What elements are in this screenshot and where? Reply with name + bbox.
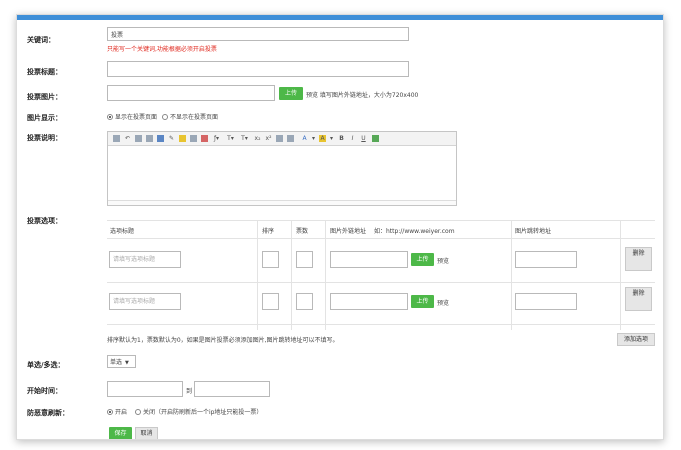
- underline-icon[interactable]: U: [360, 135, 367, 142]
- title-input[interactable]: [107, 61, 409, 77]
- paste-icon[interactable]: [146, 135, 153, 142]
- option-jump-input[interactable]: [515, 293, 577, 310]
- option-preview-link[interactable]: 预览: [437, 298, 449, 307]
- header-count: 票数: [296, 228, 309, 235]
- anti-refresh-on-radio[interactable]: [107, 409, 113, 415]
- editor-toolbar: ↶ ✎ ƒ▾ T▾ T▾ x₂ x² A ▾ A ▾ B I U: [108, 132, 456, 146]
- option-image-link-input[interactable]: [330, 251, 408, 268]
- insert-link-icon[interactable]: [372, 135, 379, 142]
- display-options: 显示在投票页面 不显示在投票页面: [107, 112, 218, 121]
- table-row-line: [107, 282, 655, 283]
- option-sort-input[interactable]: [262, 251, 279, 268]
- display-label: 图片显示：: [27, 114, 62, 122]
- anti-refresh-off-text: 关闭（开启防刷新后一个ip地址只能投一票）: [142, 409, 263, 416]
- options-label: 投票选项：: [27, 217, 62, 225]
- image-upload-button[interactable]: 上传: [279, 87, 303, 100]
- font-size-small-icon[interactable]: T▾: [241, 135, 248, 142]
- font-family-icon[interactable]: ƒ▾: [213, 135, 220, 142]
- add-option-button[interactable]: 添加选项: [617, 333, 655, 346]
- title-label: 投票标题：: [27, 68, 62, 76]
- start-time-input[interactable]: [107, 381, 183, 397]
- align-left-icon[interactable]: [276, 135, 283, 142]
- font-color-icon[interactable]: A: [301, 135, 308, 142]
- display-show-radio[interactable]: [107, 114, 113, 120]
- description-label: 投票说明：: [27, 134, 62, 142]
- table-col-line: [257, 220, 258, 330]
- option-sort-input[interactable]: [262, 293, 279, 310]
- source-icon[interactable]: [113, 135, 120, 142]
- font-size-icon[interactable]: T▾: [227, 135, 234, 142]
- option-title-input[interactable]: 请填写选项标题: [109, 293, 181, 310]
- chevron-down-icon: ▼: [125, 360, 129, 366]
- format-brush-icon[interactable]: ✎: [168, 135, 175, 142]
- header-sort: 排序: [262, 228, 275, 235]
- select-type-value: 单选: [110, 359, 123, 366]
- header-image-link-text: 图片外链地址: [330, 228, 367, 235]
- option-count-input[interactable]: [296, 251, 313, 268]
- keyword-input[interactable]: 投票: [107, 27, 409, 41]
- table-col-line: [325, 220, 326, 330]
- cancel-button[interactable]: 取消: [135, 427, 158, 439]
- rich-text-editor[interactable]: ↶ ✎ ƒ▾ T▾ T▾ x₂ x² A ▾ A ▾ B I U: [107, 131, 457, 206]
- table-col-line: [511, 220, 512, 330]
- time-label: 开始时间：: [27, 387, 62, 395]
- header-image-link: 图片外链地址 如：http://www.weiyer.com: [330, 226, 455, 235]
- anti-refresh-off-radio[interactable]: [134, 409, 141, 415]
- table-col-line: [620, 220, 621, 330]
- image-url-input[interactable]: [107, 85, 275, 101]
- form-window: 关键词： 投票 只能写一个关键词,功能根据必须开启投票 投票标题： 投票图片： …: [16, 14, 664, 440]
- option-count-input[interactable]: [296, 293, 313, 310]
- option-title-input[interactable]: 请填写选项标题: [109, 251, 181, 268]
- select-type-label: 单选/多选：: [27, 361, 65, 369]
- save-button[interactable]: 保存: [109, 427, 132, 439]
- table-bottom-line: [107, 324, 655, 325]
- time-separator: 到: [186, 388, 193, 395]
- anti-refresh-label: 防恶意刷新：: [27, 409, 69, 417]
- subscript-icon[interactable]: x₂: [254, 135, 261, 142]
- select-type-dropdown[interactable]: 单选 ▼: [107, 355, 136, 368]
- align-center-icon[interactable]: [287, 135, 294, 142]
- header-image-link-example: 如：http://www.weiyer.com: [373, 228, 455, 235]
- table-col-line: [291, 220, 292, 330]
- copy-icon[interactable]: [135, 135, 142, 142]
- keyword-label: 关键词：: [27, 36, 55, 44]
- header-image-jump: 图片跳转地址: [515, 228, 552, 235]
- header-option-title: 选项标题: [110, 228, 135, 235]
- font-color-arrow-icon[interactable]: ▾: [310, 135, 317, 142]
- find-icon[interactable]: [157, 135, 164, 142]
- image-label: 投票图片：: [27, 93, 62, 101]
- italic-icon[interactable]: I: [349, 135, 356, 142]
- anti-refresh-on-text: 开启: [115, 409, 128, 416]
- option-jump-input[interactable]: [515, 251, 577, 268]
- superscript-icon[interactable]: x²: [265, 135, 272, 142]
- display-show-text: 显示在投票页面: [115, 114, 158, 121]
- bold-icon[interactable]: B: [338, 135, 345, 142]
- highlight-icon[interactable]: [179, 135, 186, 142]
- editor-resize-bar[interactable]: [108, 200, 456, 205]
- anti-refresh-options: 开启 关闭（开启防刷新后一个ip地址只能投一票）: [107, 407, 262, 416]
- table-header-line: [107, 238, 655, 239]
- display-hide-radio[interactable]: [161, 114, 168, 120]
- option-upload-button[interactable]: 上传: [411, 253, 434, 266]
- undo-icon[interactable]: ↶: [124, 135, 131, 142]
- option-upload-button[interactable]: 上传: [411, 295, 434, 308]
- background-color-icon[interactable]: A: [319, 135, 326, 142]
- display-hide-text: 不显示在投票页面: [169, 114, 218, 121]
- insert-table-icon[interactable]: [201, 135, 208, 142]
- keyword-hint: 只能写一个关键词,功能根据必须开启投票: [107, 46, 217, 53]
- option-delete-button[interactable]: 删除: [625, 247, 652, 271]
- image-hint: 预览 填写图片外链地址，大小为720x400: [306, 92, 419, 99]
- end-time-input[interactable]: [194, 381, 270, 397]
- options-note: 排序默认为1，票数默认为0，如果是图片投票必须添加图片,图片跳转地址可以不填写。: [107, 337, 339, 344]
- clear-format-icon[interactable]: [190, 135, 197, 142]
- top-accent-bar: [17, 15, 663, 20]
- table-top-line: [107, 220, 655, 221]
- option-preview-link[interactable]: 预览: [437, 256, 449, 265]
- option-delete-button[interactable]: 删除: [625, 287, 652, 311]
- background-color-arrow-icon[interactable]: ▾: [328, 135, 335, 142]
- option-image-link-input[interactable]: [330, 293, 408, 310]
